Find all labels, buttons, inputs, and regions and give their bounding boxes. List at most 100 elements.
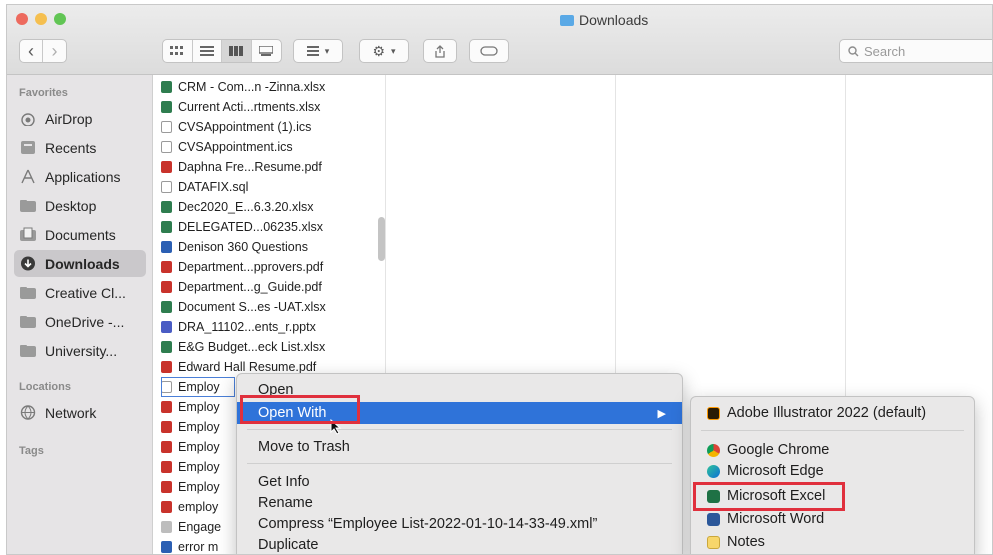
gallery-view-button[interactable]: [252, 40, 281, 62]
title-bar: Downloads ‹ › ▾ ⚙ ▾ Search: [7, 5, 992, 75]
network-icon: [19, 405, 39, 420]
annotation-box-microsoft-excel: [693, 482, 845, 511]
sidebar: Favorites AirDrop Recents Applications D…: [7, 75, 153, 554]
pdf-file-icon: [161, 261, 172, 273]
column-view-button[interactable]: [222, 40, 252, 62]
gear-icon: ⚙: [372, 42, 386, 59]
file-name: Current Acti...rtments.xlsx: [178, 100, 321, 114]
app-item-label: Microsoft Edge: [727, 463, 824, 479]
file-name: Document S...es -UAT.xlsx: [178, 300, 326, 314]
action-button[interactable]: ⚙ ▾: [359, 39, 409, 63]
app-item-microsoft-edge[interactable]: Microsoft Edge: [691, 460, 974, 482]
minimize-window-button[interactable]: [35, 13, 47, 25]
menu-item-move-to-trash[interactable]: Move to Trash: [237, 436, 682, 458]
documents-icon: [19, 227, 39, 242]
search-field[interactable]: Search: [839, 39, 992, 63]
file-name: Employ: [178, 400, 220, 414]
pdf-file-icon: [161, 441, 172, 453]
file-row[interactable]: Denison 360 Questions: [161, 237, 371, 257]
downloads-folder-icon: [560, 14, 574, 26]
app-item-microsoft-word[interactable]: Microsoft Word: [691, 508, 974, 530]
app-item-adobe-illustrator[interactable]: Adobe Illustrator 2022 (default): [691, 402, 974, 424]
chevron-down-icon: ▾: [391, 45, 396, 56]
sidebar-item-label: Recents: [45, 139, 97, 156]
file-row[interactable]: Daphna Fre...Resume.pdf: [161, 157, 371, 177]
zoom-window-button[interactable]: [54, 13, 66, 25]
sidebar-item-onedrive[interactable]: OneDrive -...: [14, 308, 146, 335]
window-title-text: Downloads: [579, 12, 649, 28]
menu-item-get-info[interactable]: Get Info: [237, 471, 682, 493]
sidebar-item-recents[interactable]: Recents: [14, 134, 146, 161]
menu-item-duplicate[interactable]: Duplicate: [237, 534, 682, 554]
favorites-heading: Favorites: [19, 87, 68, 99]
forward-button[interactable]: ›: [43, 40, 66, 62]
file-row[interactable]: DELEGATED...06235.xlsx: [161, 217, 371, 237]
tags-heading: Tags: [19, 445, 44, 457]
file-row[interactable]: Dec2020_E...6.3.20.xlsx: [161, 197, 371, 217]
sidebar-item-airdrop[interactable]: AirDrop: [14, 105, 146, 132]
file-row[interactable]: Current Acti...rtments.xlsx: [161, 97, 371, 117]
pdf-file-icon: [161, 481, 172, 493]
file-name: Employ: [178, 420, 220, 434]
file-row[interactable]: E&G Budget...eck List.xlsx: [161, 337, 371, 357]
edit-tags-button[interactable]: [469, 39, 509, 63]
file-row[interactable]: CVSAppointment (1).ics: [161, 117, 371, 137]
sidebar-item-documents[interactable]: Documents: [14, 221, 146, 248]
file-name: CRM - Com...n -Zinna.xlsx: [178, 80, 326, 94]
icon-view-button[interactable]: [163, 40, 193, 62]
sidebar-item-creative-cloud[interactable]: Creative Cl...: [14, 279, 146, 306]
xml-file-icon: [161, 381, 172, 393]
sidebar-item-label: Downloads: [45, 255, 120, 272]
file-row[interactable]: Employ: [161, 377, 235, 397]
word-icon: [707, 512, 720, 526]
file-name: Department...pprovers.pdf: [178, 260, 324, 274]
list-view-button[interactable]: [193, 40, 222, 62]
close-window-button[interactable]: [16, 13, 28, 25]
sidebar-item-network[interactable]: Network: [14, 399, 146, 426]
sidebar-item-label: Creative Cl...: [45, 284, 126, 301]
sidebar-item-applications[interactable]: Applications: [14, 163, 146, 190]
app-item-label: Microsoft Word: [727, 511, 825, 527]
file-name: Daphna Fre...Resume.pdf: [178, 160, 322, 174]
sidebar-item-label: OneDrive -...: [45, 313, 125, 330]
file-row[interactable]: DATAFIX.sql: [161, 177, 371, 197]
menu-separator: [701, 430, 964, 431]
pdf-file-icon: [161, 461, 172, 473]
airdrop-icon: [19, 111, 39, 127]
group-by-button[interactable]: ▾: [293, 39, 343, 63]
file-row[interactable]: DRA_11102...ents_r.pptx: [161, 317, 371, 337]
file-row[interactable]: CVSAppointment.ics: [161, 137, 371, 157]
search-icon: [848, 45, 859, 56]
pdf-file-icon: [161, 421, 172, 433]
gallery-icon: [259, 46, 274, 56]
menu-item-rename[interactable]: Rename: [237, 492, 682, 514]
sidebar-item-label: AirDrop: [45, 110, 93, 127]
file-row[interactable]: Department...pprovers.pdf: [161, 257, 371, 277]
folder-icon: [19, 314, 39, 329]
locations-heading: Locations: [19, 381, 71, 393]
sidebar-item-downloads[interactable]: Downloads: [14, 250, 146, 277]
downloads-icon: [19, 256, 39, 271]
menu-item-compress[interactable]: Compress “Employee List-2022-01-10-14-33…: [237, 513, 682, 535]
file-row[interactable]: Department...g_Guide.pdf: [161, 277, 371, 297]
menu-item-label: Duplicate: [258, 537, 319, 553]
file-row[interactable]: CRM - Com...n -Zinna.xlsx: [161, 77, 371, 97]
file-row[interactable]: Document S...es -UAT.xlsx: [161, 297, 371, 317]
pdf-file-icon: [161, 361, 172, 373]
sidebar-item-university[interactable]: University...: [14, 337, 146, 364]
column-scrollbar[interactable]: [378, 217, 385, 261]
app-item-google-chrome[interactable]: Google Chrome: [691, 439, 974, 461]
file-name: Edward Hall Resume.pdf: [178, 360, 317, 374]
share-button[interactable]: [423, 39, 457, 63]
app-item-notes[interactable]: Notes: [691, 531, 974, 553]
folder-icon: [19, 343, 39, 358]
illustrator-icon: [707, 406, 720, 420]
xlsx-file-icon: [161, 201, 172, 213]
sidebar-item-desktop[interactable]: Desktop: [14, 192, 146, 219]
file-name: CVSAppointment.ics: [178, 140, 293, 154]
pdf-file-icon: [161, 281, 172, 293]
folder-icon: [19, 285, 39, 300]
file-name: Employ: [178, 380, 220, 394]
pdf-file-icon: [161, 401, 172, 413]
back-button[interactable]: ‹: [20, 40, 44, 62]
